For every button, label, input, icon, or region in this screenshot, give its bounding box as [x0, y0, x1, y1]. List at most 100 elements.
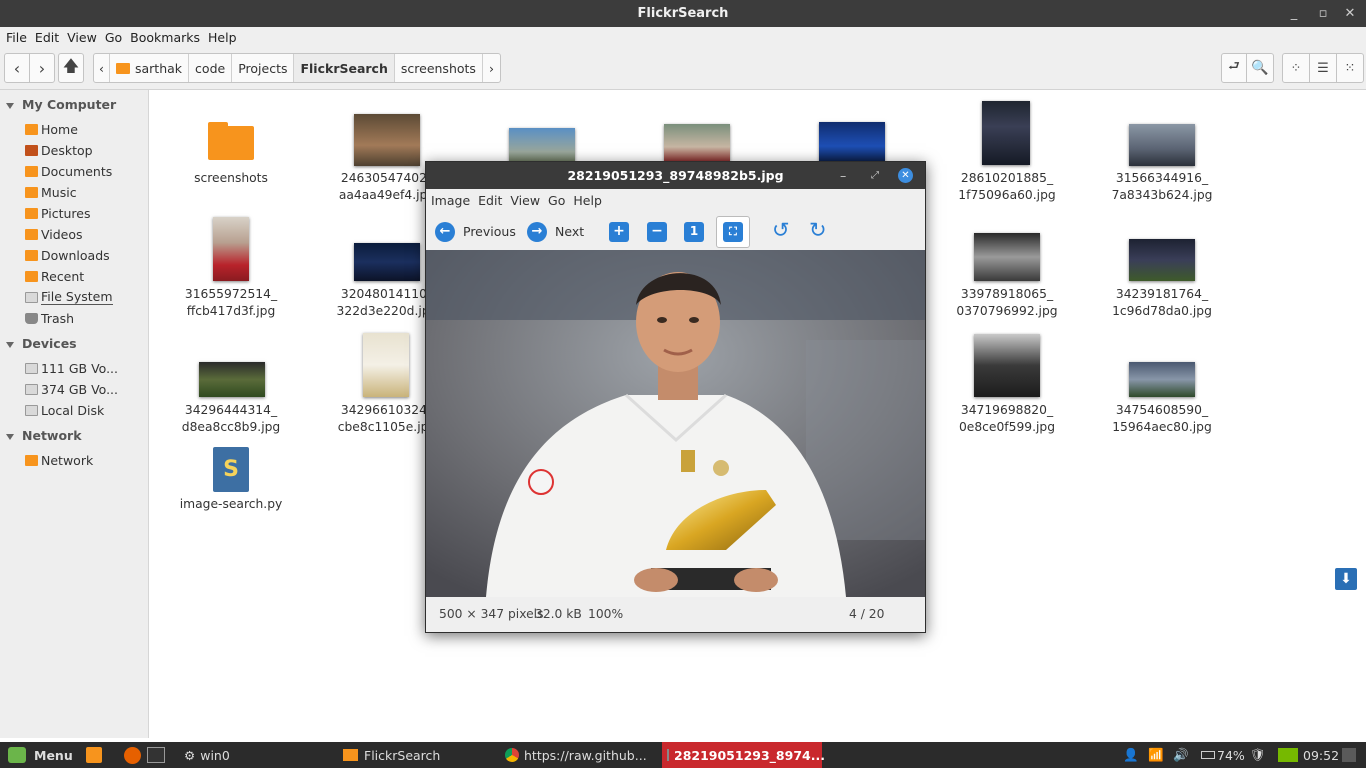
- file-item-image-search[interactable]: image-search.py: [173, 496, 289, 513]
- viewer-menu-image[interactable]: Image: [427, 193, 474, 208]
- icon-view-button[interactable]: ⁘: [1282, 53, 1310, 83]
- sidebar-item-trash[interactable]: Trash: [25, 309, 74, 327]
- image-thumbnail[interactable]: [354, 114, 420, 166]
- sidebar-item-videos[interactable]: Videos: [25, 225, 83, 243]
- viewer-menu-view[interactable]: View: [506, 193, 544, 208]
- menu-go[interactable]: Go: [101, 30, 126, 45]
- firefox-launcher-icon[interactable]: [124, 742, 141, 768]
- file-item-34296444314[interactable]: 34296444314_ d8ea8cc8b9.jpg: [173, 402, 289, 436]
- sidebar-item-volume-111[interactable]: 111 GB Vo...: [25, 359, 118, 377]
- menu-file[interactable]: File: [2, 30, 31, 45]
- breadcrumb-left-button[interactable]: ‹: [94, 54, 110, 82]
- sidebar-item-desktop[interactable]: Desktop: [25, 141, 93, 159]
- image-thumbnail[interactable]: [199, 362, 265, 397]
- desktop-icon[interactable]: [1342, 742, 1356, 768]
- breadcrumb-projects[interactable]: Projects: [232, 54, 295, 82]
- sidebar-item-home[interactable]: Home: [25, 120, 78, 138]
- rotate-left-icon[interactable]: ↺: [772, 218, 790, 242]
- wifi-icon[interactable]: 📶: [1148, 742, 1164, 768]
- list-view-button[interactable]: ☰: [1309, 53, 1337, 83]
- image-thumbnail[interactable]: [213, 217, 249, 281]
- shield-icon[interactable]: 🛡: [1250, 742, 1266, 768]
- taskbar-image-viewer[interactable]: 28219051293_8974...: [662, 742, 825, 768]
- file-item-34719698820[interactable]: 34719698820_ 0e8ce0f599.jpg: [949, 402, 1065, 436]
- minimize-icon[interactable]: –: [840, 162, 846, 189]
- menu-bookmarks[interactable]: Bookmarks: [126, 30, 204, 45]
- menu-help[interactable]: Help: [204, 30, 241, 45]
- file-item-screenshots[interactable]: screenshots: [173, 170, 289, 187]
- image-thumbnail[interactable]: [819, 122, 885, 162]
- breadcrumb-right-button[interactable]: ›: [483, 54, 500, 82]
- clock[interactable]: 09:52: [1303, 742, 1339, 768]
- breadcrumb-flickrsearch[interactable]: FlickrSearch: [294, 54, 395, 82]
- python-file-icon[interactable]: S: [213, 447, 249, 492]
- image-thumbnail[interactable]: [354, 243, 420, 281]
- sidebar-item-documents[interactable]: Documents: [25, 162, 112, 180]
- sidebar-section-my-computer[interactable]: My Computer: [6, 97, 116, 112]
- scroll-down-button[interactable]: ⬇: [1335, 568, 1357, 590]
- file-item-33978918065[interactable]: 33978918065_ 0370796992.jpg: [949, 286, 1065, 320]
- sidebar-item-local-disk[interactable]: Local Disk: [25, 401, 104, 419]
- image-thumbnail[interactable]: [1129, 124, 1195, 166]
- sidebar-item-music[interactable]: Music: [25, 183, 77, 201]
- files-launcher-icon[interactable]: [86, 742, 102, 768]
- image-thumbnail[interactable]: [509, 128, 575, 162]
- sidebar-item-downloads[interactable]: Downloads: [25, 246, 110, 264]
- image-thumbnail[interactable]: [363, 333, 409, 397]
- sidebar-section-network[interactable]: Network: [6, 428, 82, 443]
- volume-icon[interactable]: 🔊: [1173, 742, 1189, 768]
- normal-size-icon[interactable]: 1: [684, 222, 704, 242]
- taskbar-file-manager[interactable]: FlickrSearch: [343, 742, 440, 768]
- forward-button[interactable]: ›: [29, 53, 55, 83]
- rotate-right-icon[interactable]: ↻: [809, 218, 827, 242]
- image-thumbnail[interactable]: [974, 233, 1040, 281]
- search-button[interactable]: 🔍: [1246, 53, 1274, 83]
- user-icon[interactable]: 👤: [1123, 742, 1139, 768]
- sidebar-section-devices[interactable]: Devices: [6, 336, 77, 351]
- minimize-icon[interactable]: _: [1280, 0, 1308, 27]
- viewer-menu-help[interactable]: Help: [569, 193, 606, 208]
- sidebar-item-recent[interactable]: Recent: [25, 267, 84, 285]
- image-thumbnail[interactable]: [1129, 362, 1195, 397]
- sidebar-item-pictures[interactable]: Pictures: [25, 204, 91, 222]
- folder-icon[interactable]: [208, 126, 254, 160]
- maximize-icon[interactable]: ▫: [1309, 0, 1337, 27]
- image-thumbnail[interactable]: [974, 334, 1040, 397]
- maximize-icon[interactable]: ⤢: [871, 162, 879, 189]
- compact-view-button[interactable]: ⁙: [1336, 53, 1364, 83]
- viewer-menu-go[interactable]: Go: [544, 193, 569, 208]
- breadcrumb-sarthak[interactable]: sarthak: [110, 54, 190, 82]
- sidebar-item-volume-374[interactable]: 374 GB Vo...: [25, 380, 118, 398]
- file-item-34239181764[interactable]: 34239181764_ 1c96d78da0.jpg: [1104, 286, 1220, 320]
- sidebar-item-file-system[interactable]: File System: [25, 288, 113, 306]
- file-item-34754608590[interactable]: 34754608590_ 15964aec80.jpg: [1104, 402, 1220, 436]
- battery-indicator[interactable]: 74%: [1201, 742, 1245, 768]
- zoom-out-icon[interactable]: −: [647, 222, 667, 242]
- close-icon[interactable]: ✕: [1336, 0, 1364, 27]
- taskbar-win0[interactable]: ⚙ win0: [184, 742, 230, 768]
- breadcrumb-code[interactable]: code: [189, 54, 233, 82]
- sidebar-item-network[interactable]: Network: [25, 451, 93, 469]
- breadcrumb-screenshots[interactable]: screenshots: [395, 54, 483, 82]
- image-thumbnail[interactable]: [982, 101, 1030, 165]
- toggle-location-button[interactable]: ⮐: [1221, 53, 1247, 83]
- next-button[interactable]: → Next: [526, 211, 591, 251]
- menu-edit[interactable]: Edit: [31, 30, 63, 45]
- image-thumbnail[interactable]: [664, 124, 730, 162]
- nvidia-icon[interactable]: [1278, 742, 1298, 768]
- file-item-28610201885[interactable]: 28610201885_ 1f75096a60.jpg: [949, 170, 1065, 204]
- up-button[interactable]: 🡅: [58, 53, 84, 83]
- previous-button[interactable]: ← Previous: [434, 211, 524, 251]
- taskbar-browser[interactable]: https://raw.github...: [505, 742, 647, 768]
- image-thumbnail[interactable]: [1129, 239, 1195, 281]
- file-item-31566344916[interactable]: 31566344916_ 7a8343b624.jpg: [1104, 170, 1220, 204]
- viewer-menu-edit[interactable]: Edit: [474, 193, 506, 208]
- start-menu-button[interactable]: Menu: [8, 742, 73, 768]
- zoom-in-icon[interactable]: +: [609, 222, 629, 242]
- back-button[interactable]: ‹: [4, 53, 30, 83]
- menu-view[interactable]: View: [63, 30, 101, 45]
- terminal-launcher-icon[interactable]: [147, 742, 165, 768]
- file-item-31655972514[interactable]: 31655972514_ ffcb417d3f.jpg: [173, 286, 289, 320]
- best-fit-button[interactable]: ⛶: [716, 216, 750, 248]
- close-icon[interactable]: ✕: [898, 168, 913, 183]
